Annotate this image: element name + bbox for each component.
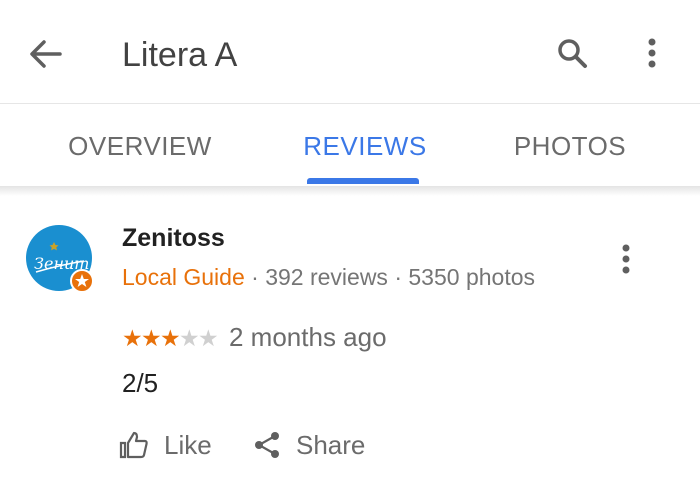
review-date: 2 months ago xyxy=(229,322,387,352)
star-filled-icon: ★ xyxy=(141,325,162,351)
avatar[interactable]: Зенит xyxy=(26,225,94,293)
reviewer-name[interactable]: Zenitoss xyxy=(122,224,225,253)
search-button[interactable] xyxy=(548,30,596,78)
more-options-button[interactable] xyxy=(628,30,676,78)
search-icon xyxy=(558,39,587,68)
back-button[interactable] xyxy=(22,30,70,78)
tab-selected-indicator xyxy=(307,178,419,184)
rating-row: ★★★★★ 2 months ago xyxy=(122,322,387,353)
arrow-left-icon xyxy=(30,40,62,68)
share-button[interactable]: Share xyxy=(252,424,365,466)
star-rating: ★★★★★ xyxy=(122,322,219,352)
more-vert-icon xyxy=(622,244,630,274)
thumb-up-icon xyxy=(119,431,148,459)
like-label: Like xyxy=(164,429,212,460)
like-button[interactable]: Like xyxy=(118,424,212,466)
share-icon xyxy=(255,432,279,458)
review-more-button[interactable] xyxy=(604,238,648,282)
star-filled-icon: ★ xyxy=(122,325,143,351)
tab-bar: OVERVIEW REVIEWS PHOTOS xyxy=(0,104,700,188)
zenit-logo-icon: Зенит xyxy=(26,225,94,293)
more-vert-icon xyxy=(648,38,656,68)
photos-count: 5350 photos xyxy=(408,264,536,290)
tab-overview[interactable]: OVERVIEW xyxy=(30,104,250,188)
meta-separator: · xyxy=(244,264,266,290)
app-bar: Litera A xyxy=(0,0,700,104)
reviewer-meta: Local Guide · 392 reviews · 5350 photos xyxy=(122,264,535,291)
review-text: 2/5 xyxy=(122,368,159,398)
tab-bar-shadow xyxy=(0,186,700,196)
star-filled-icon: ★ xyxy=(160,325,181,351)
star-empty-icon: ★ xyxy=(179,325,200,351)
star-empty-icon: ★ xyxy=(198,325,219,351)
page-title: Litera A xyxy=(122,36,238,74)
tab-photos[interactable]: PHOTOS xyxy=(470,104,670,188)
meta-separator: · xyxy=(387,264,409,290)
local-guide-badge: Local Guide xyxy=(122,264,245,290)
share-label: Share xyxy=(296,429,366,460)
tab-reviews[interactable]: REVIEWS xyxy=(290,104,440,188)
reviews-count: 392 reviews xyxy=(265,264,388,290)
